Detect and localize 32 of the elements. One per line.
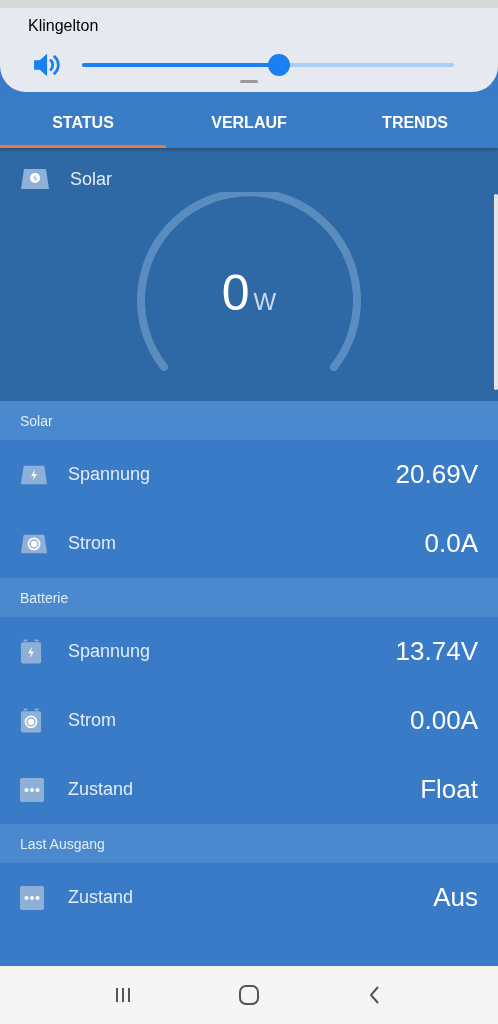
section-title: Solar [20, 412, 53, 429]
more-dots-icon [20, 777, 44, 802]
gauge-title: Solar [70, 168, 113, 190]
row-value: 0.0A [424, 528, 478, 559]
tab[interactable]: VERLAUF [166, 100, 332, 148]
row-value: Float [420, 774, 478, 805]
row-label: Spannung [68, 464, 152, 485]
power-unit: W [253, 288, 277, 316]
solar-panel-icon [20, 168, 50, 190]
section-title: Last Ausgang [20, 835, 105, 852]
home-icon[interactable] [238, 984, 260, 1006]
tab[interactable]: TRENDS [332, 100, 498, 148]
section-title: Batterie [20, 589, 69, 606]
more-dots-icon [20, 885, 44, 910]
volume-thumb[interactable] [268, 54, 291, 76]
row-label: Strom [68, 710, 117, 731]
row-value: Aus [433, 882, 478, 913]
battery-bolt-icon [20, 639, 42, 664]
power-value: 0 [221, 264, 250, 322]
battery-current-icon [20, 708, 42, 733]
solar-bolt-icon [20, 463, 48, 486]
solar-current-icon [20, 532, 48, 555]
row-value: 20.69V [395, 459, 478, 490]
row-label: Zustand [68, 779, 135, 800]
row-value: 0.00A [410, 705, 478, 736]
row-label: Spannung [68, 641, 152, 662]
volume-slider[interactable] [82, 54, 454, 76]
volume-label: Klingelton [28, 17, 99, 35]
row-label: Strom [68, 533, 117, 554]
row-label: Zustand [68, 887, 135, 908]
drag-handle[interactable] [240, 80, 258, 83]
row-value: 13.74V [395, 636, 478, 667]
